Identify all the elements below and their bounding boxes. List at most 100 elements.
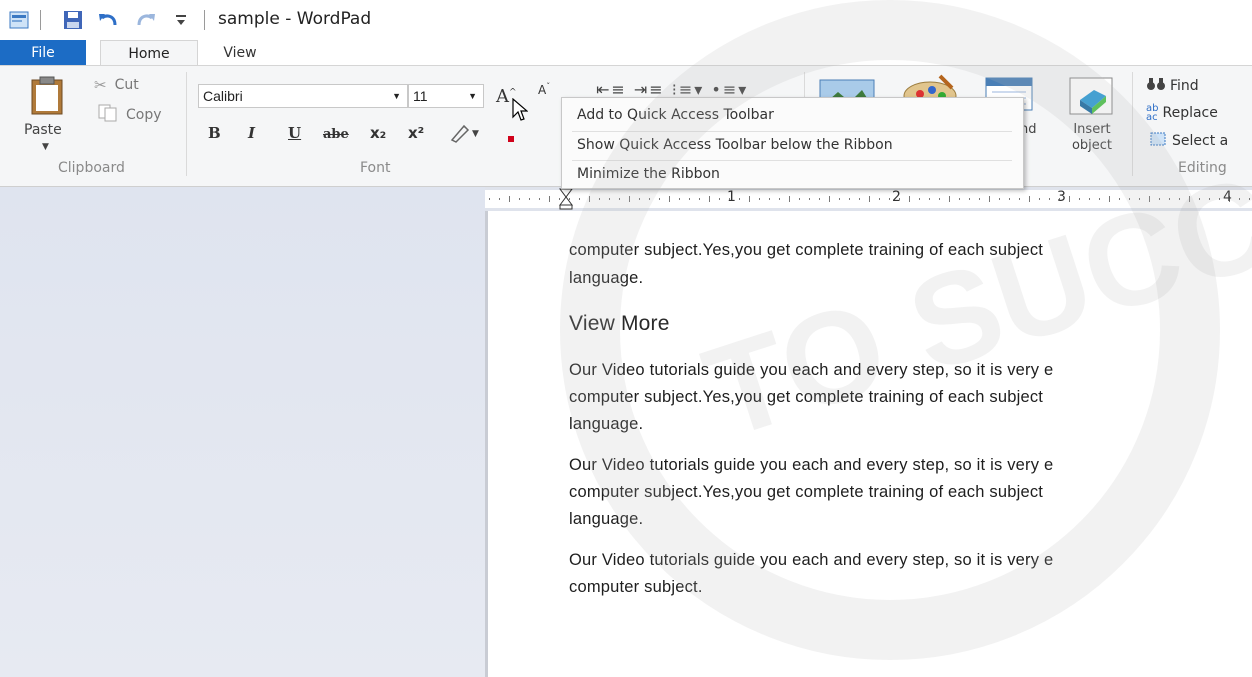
wordpad-app-icon[interactable] bbox=[8, 10, 30, 30]
highlight-color-icon[interactable]: ▼ bbox=[448, 122, 482, 148]
select-all-icon bbox=[1150, 132, 1166, 150]
clipboard-icon bbox=[30, 76, 64, 120]
ruler-tick bbox=[969, 198, 970, 200]
editing-group-label: Editing bbox=[1178, 160, 1227, 176]
doc-line: Our Video tutorials guide you each and e… bbox=[569, 551, 1054, 569]
subscript-button[interactable]: x₂ bbox=[370, 124, 386, 142]
document-page[interactable]: computer subject.Yes,you get complete tr… bbox=[485, 211, 1252, 677]
font-family-select[interactable]: Calibri ▼ bbox=[198, 84, 408, 108]
ruler-tick bbox=[869, 196, 870, 202]
paste-label: Paste bbox=[24, 122, 62, 138]
ruler-tick bbox=[589, 196, 590, 202]
ruler-tick bbox=[669, 196, 670, 202]
ruler-tick bbox=[879, 198, 880, 200]
ruler-tick bbox=[1019, 198, 1020, 200]
menu-item-show-qat-below[interactable]: Show Quick Access Toolbar below the Ribb… bbox=[577, 137, 893, 153]
ruler-tick bbox=[739, 198, 740, 200]
font-family-dropdown-icon[interactable]: ▼ bbox=[392, 85, 401, 107]
insert-object-label-line1: Insert bbox=[1073, 122, 1111, 137]
paste-dropdown-arrow-icon[interactable]: ▼ bbox=[42, 142, 49, 152]
ruler-tick bbox=[519, 198, 520, 200]
copy-icon bbox=[98, 104, 118, 126]
ruler-tick bbox=[659, 198, 660, 200]
ruler-tick bbox=[759, 198, 760, 200]
ruler-tick bbox=[1109, 196, 1110, 202]
save-icon[interactable] bbox=[62, 10, 84, 30]
ruler-tick bbox=[1029, 196, 1030, 202]
copy-button[interactable]: Copy bbox=[98, 104, 162, 126]
ruler-tick bbox=[809, 198, 810, 200]
ruler-tick bbox=[1129, 198, 1130, 200]
qat-separator bbox=[40, 10, 41, 30]
strikethrough-button[interactable]: abe bbox=[323, 127, 349, 142]
ruler-tick bbox=[829, 196, 830, 202]
ruler-tick bbox=[579, 198, 580, 200]
customize-qat-icon[interactable] bbox=[172, 10, 190, 30]
ruler-mark: 2 bbox=[892, 189, 901, 205]
paste-button[interactable]: Paste ▼ bbox=[20, 76, 70, 152]
undo-icon[interactable] bbox=[96, 10, 120, 30]
doc-line: language. bbox=[569, 415, 644, 433]
ruler-tick bbox=[989, 196, 990, 202]
underline-button[interactable]: U bbox=[288, 124, 301, 142]
ruler-tick bbox=[1139, 198, 1140, 200]
ruler-tick bbox=[999, 198, 1000, 200]
cut-label: Cut bbox=[114, 77, 139, 93]
menu-item-add-to-qat[interactable]: Add to Quick Access Toolbar bbox=[577, 107, 774, 123]
ruler-tick bbox=[1089, 198, 1090, 200]
ruler-tick bbox=[949, 196, 950, 202]
ruler-tick bbox=[719, 198, 720, 200]
ruler-tick bbox=[649, 198, 650, 200]
ruler-tick bbox=[909, 196, 910, 202]
ruler-tick bbox=[819, 198, 820, 200]
ruler-tick bbox=[509, 196, 510, 202]
ruler-tick bbox=[749, 196, 750, 202]
copy-label: Copy bbox=[126, 107, 162, 123]
tab-view[interactable]: View bbox=[210, 40, 270, 66]
bold-button[interactable]: B bbox=[208, 124, 221, 142]
doc-line: Our Video tutorials guide you each and e… bbox=[569, 361, 1054, 379]
ruler-ticks bbox=[489, 196, 1250, 202]
select-all-button[interactable]: Select a bbox=[1150, 132, 1228, 150]
font-size-select[interactable]: 11 ▼ bbox=[408, 84, 484, 108]
ruler-mark: 3 bbox=[1057, 189, 1066, 205]
ruler-tick bbox=[629, 196, 630, 202]
italic-button[interactable]: I bbox=[248, 124, 255, 142]
ruler-tick bbox=[1049, 198, 1050, 200]
ruler-tick bbox=[1149, 196, 1150, 202]
scissors-icon: ✂ bbox=[94, 76, 107, 94]
ruler[interactable]: 1 2 3 4 bbox=[485, 188, 1252, 210]
doc-line: language. bbox=[569, 269, 644, 287]
ruler-mark: 4 bbox=[1223, 189, 1232, 205]
menu-item-minimize-ribbon[interactable]: Minimize the Ribbon bbox=[577, 166, 720, 182]
doc-line: computer subject.Yes,you get complete tr… bbox=[569, 388, 1044, 406]
tab-home[interactable]: Home bbox=[100, 40, 198, 66]
replace-button[interactable]: ab ac Replace bbox=[1146, 104, 1218, 123]
font-color-icon[interactable] bbox=[508, 136, 514, 142]
ruler-tick bbox=[1099, 198, 1100, 200]
cut-button[interactable]: ✂ Cut bbox=[94, 76, 139, 94]
find-button[interactable]: Find bbox=[1146, 76, 1199, 96]
ruler-tick bbox=[939, 198, 940, 200]
font-size-dropdown-icon[interactable]: ▼ bbox=[468, 85, 477, 107]
ruler-tick bbox=[929, 198, 930, 200]
superscript-button[interactable]: x² bbox=[408, 124, 424, 142]
group-separator bbox=[1132, 72, 1133, 176]
title-bar: sample - WordPad bbox=[0, 0, 1252, 40]
ruler-tick bbox=[549, 196, 550, 202]
ruler-tick bbox=[609, 198, 610, 200]
ruler-tick bbox=[1189, 196, 1190, 202]
ruler-tick bbox=[699, 198, 700, 200]
font-group-label: Font bbox=[360, 160, 391, 176]
insert-object-icon[interactable] bbox=[1066, 76, 1116, 120]
left-workspace-area bbox=[0, 187, 485, 677]
redo-icon[interactable] bbox=[134, 10, 158, 30]
menu-separator bbox=[572, 131, 1012, 132]
group-separator bbox=[186, 72, 187, 176]
tab-file[interactable]: File bbox=[0, 40, 86, 66]
ruler-tick bbox=[859, 198, 860, 200]
insert-object-label[interactable]: Insert object bbox=[1066, 122, 1118, 154]
shrink-font-icon[interactable]: Aˇ bbox=[538, 82, 550, 97]
ruler-tick bbox=[599, 198, 600, 200]
ruler-tick bbox=[1169, 198, 1170, 200]
